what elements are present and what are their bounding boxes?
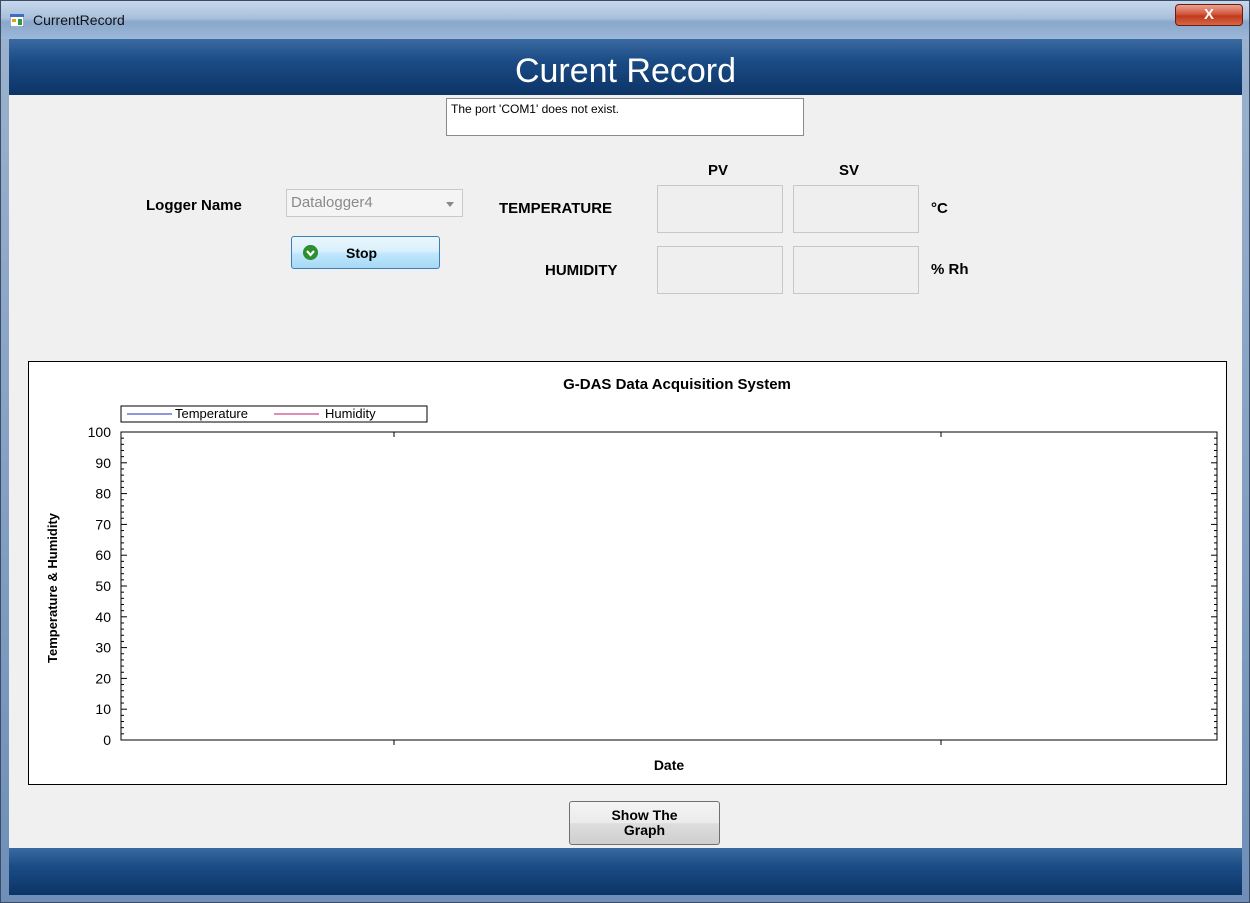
y-tick-label: 60 xyxy=(95,547,111,563)
show-graph-label-line2: Graph xyxy=(623,822,666,838)
stop-button[interactable]: Stop xyxy=(291,236,440,269)
y-tick-label: 10 xyxy=(95,701,111,717)
current-record-window: CurrentRecord X Curent Record The port '… xyxy=(0,0,1250,903)
form-client-area: Curent Record The port 'COM1' does not e… xyxy=(9,39,1242,895)
close-button[interactable]: X xyxy=(1175,4,1243,26)
y-tick-label: 100 xyxy=(88,424,112,440)
y-tick-label: 30 xyxy=(95,640,111,656)
header-band: Curent Record xyxy=(9,39,1242,95)
chevron-down-icon[interactable] xyxy=(446,202,454,207)
logger-select-value: Datalogger4 xyxy=(291,194,373,211)
close-icon: X xyxy=(1203,6,1214,23)
stop-arrow-icon xyxy=(303,245,318,260)
temperature-pv-field[interactable] xyxy=(657,185,783,233)
y-tick-label: 40 xyxy=(95,609,111,625)
y-tick-label: 50 xyxy=(95,578,111,594)
x-axis-label: Date xyxy=(654,757,685,773)
temperature-sv-field[interactable] xyxy=(793,185,919,233)
app-icon xyxy=(10,14,24,27)
y-tick-label: 0 xyxy=(103,732,111,748)
y-axis-label: Temperature & Humidity xyxy=(45,512,60,663)
y-tick-label: 20 xyxy=(95,670,111,686)
y-tick-label: 80 xyxy=(95,486,111,502)
temperature-unit: °C xyxy=(931,200,948,217)
stop-button-label: Stop xyxy=(346,245,378,261)
humidity-unit: % Rh xyxy=(931,261,969,278)
logger-name-label: Logger Name xyxy=(146,197,242,214)
y-tick-label: 70 xyxy=(95,516,111,532)
title-bar[interactable]: CurrentRecord X xyxy=(1,1,1249,39)
legend-humidity-label: Humidity xyxy=(325,406,376,421)
sv-header: SV xyxy=(839,162,860,179)
show-graph-label-line1: Show The xyxy=(611,807,678,823)
humidity-pv-field[interactable] xyxy=(657,246,783,294)
pv-header: PV xyxy=(708,162,729,179)
page-title: Curent Record xyxy=(514,52,737,90)
plot-area xyxy=(120,431,1218,741)
chart-title: G-DAS Data Acquisition System xyxy=(563,376,791,393)
legend-temperature-label: Temperature xyxy=(175,406,248,421)
y-tick-label: 90 xyxy=(95,455,111,471)
status-message-box[interactable]: The port 'COM1' does not exist. xyxy=(446,98,804,136)
humidity-label: HUMIDITY xyxy=(545,262,618,279)
window-title: CurrentRecord xyxy=(33,12,125,28)
temperature-label: TEMPERATURE xyxy=(499,200,613,217)
humidity-sv-field[interactable] xyxy=(793,246,919,294)
line-chart: G-DAS Data Acquisition System Temperatur… xyxy=(45,376,1218,773)
chart-panel: G-DAS Data Acquisition System Temperatur… xyxy=(28,361,1227,785)
footer-band xyxy=(9,848,1242,895)
logger-select[interactable]: Datalogger4 xyxy=(286,189,463,217)
show-graph-button[interactable]: Show The Graph xyxy=(569,801,720,845)
